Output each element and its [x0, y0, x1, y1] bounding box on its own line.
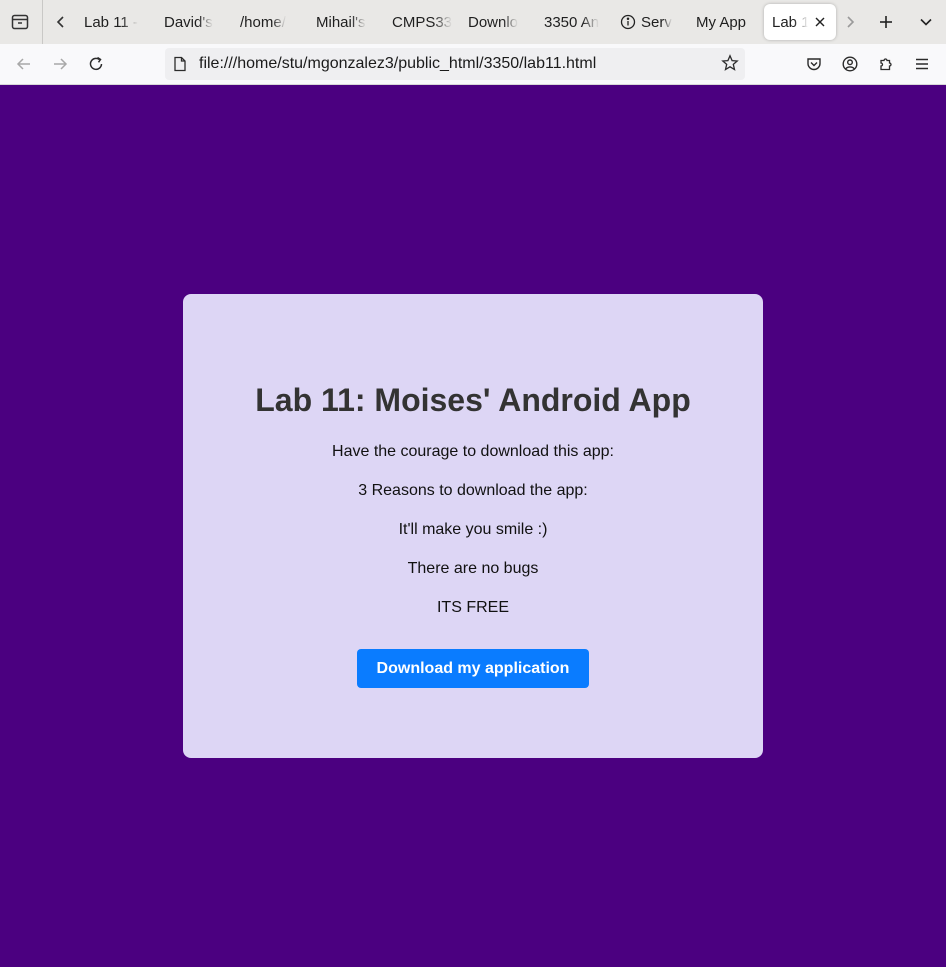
arrow-left-icon: [16, 58, 30, 70]
file-icon: [173, 56, 187, 72]
tab-3350-android[interactable]: 3350 An: [536, 4, 612, 40]
archive-icon: [11, 14, 29, 30]
pocket-icon: [807, 58, 821, 71]
navigation-toolbar: file:///home/stu/mgonzalez3/public_html/…: [0, 44, 946, 85]
reason-item: It'll make you smile :): [398, 521, 548, 538]
intro-text: Have the courage to download this app:: [332, 443, 614, 460]
tab-lab11[interactable]: Lab 11 -: [76, 4, 156, 40]
reason-item: There are no bugs: [407, 560, 539, 577]
tab-label: Mihail's: [316, 13, 366, 31]
tab-label: 3350 An: [544, 13, 600, 31]
tab-list: Lab 11 - David's /home/ Mihail's CMPS33 …: [76, 4, 836, 40]
tab-davids[interactable]: David's: [156, 4, 232, 40]
chevron-right-icon: [847, 16, 855, 28]
account-icon: [842, 56, 858, 72]
puzzle-icon: [880, 58, 892, 71]
forward-button[interactable]: [48, 52, 72, 76]
tab-label: My App: [696, 13, 747, 31]
tab-label: Downlo: [468, 13, 519, 31]
tabs-scroll-right-button[interactable]: [838, 10, 862, 34]
star-icon: [721, 54, 739, 71]
tab-home-dir[interactable]: /home/: [232, 4, 308, 40]
new-tab-button[interactable]: [874, 10, 898, 34]
chevron-down-icon: [920, 18, 932, 26]
app-menu-button[interactable]: [910, 52, 934, 76]
reasons-heading: 3 Reasons to download the app:: [358, 482, 588, 499]
back-button[interactable]: [12, 52, 36, 76]
list-all-tabs-button[interactable]: [914, 10, 938, 34]
tab-my-app[interactable]: My App: [688, 4, 764, 40]
hamburger-menu-icon: [916, 58, 928, 70]
url-text[interactable]: file:///home/stu/mgonzalez3/public_html/…: [199, 55, 596, 73]
tab-server[interactable]: Serv: [612, 4, 688, 40]
tab-label: CMPS33: [392, 13, 452, 31]
plus-icon: [880, 16, 892, 28]
tab-label: Lab 11 -: [84, 13, 138, 31]
download-button[interactable]: Download my application: [357, 649, 589, 688]
tab-label: Serv: [641, 13, 672, 31]
close-icon: [815, 17, 825, 27]
reload-button[interactable]: [84, 52, 108, 76]
info-icon: [620, 14, 636, 30]
pocket-button[interactable]: [802, 52, 826, 76]
url-bar[interactable]: file:///home/stu/mgonzalez3/public_html/…: [165, 48, 745, 80]
reason-item: ITS FREE: [436, 599, 509, 616]
reload-icon: [89, 56, 103, 71]
tab-downloads[interactable]: Downlo: [460, 4, 536, 40]
tab-strip: Lab 11 - David's /home/ Mihail's CMPS33 …: [0, 0, 946, 44]
arrow-right-icon: [54, 58, 68, 70]
tab-label: /home/: [240, 13, 286, 31]
extensions-button[interactable]: [874, 52, 898, 76]
tab-label: Lab 1: [772, 13, 808, 31]
tab-lab11-active[interactable]: Lab 1: [764, 4, 836, 40]
tab-groups-button[interactable]: [8, 10, 32, 34]
close-tab-button[interactable]: [814, 16, 826, 28]
tabbar-separator: [42, 0, 43, 44]
tabs-scroll-left-button[interactable]: [49, 10, 73, 34]
account-button[interactable]: [838, 52, 862, 76]
tab-mihails[interactable]: Mihail's: [308, 4, 384, 40]
chevron-left-icon: [56, 16, 64, 28]
page-title: Lab 11: Moises' Android App: [255, 382, 691, 418]
tab-cmps33[interactable]: CMPS33: [384, 4, 460, 40]
tab-label: David's: [164, 13, 213, 31]
bookmark-star-button[interactable]: [721, 54, 739, 72]
